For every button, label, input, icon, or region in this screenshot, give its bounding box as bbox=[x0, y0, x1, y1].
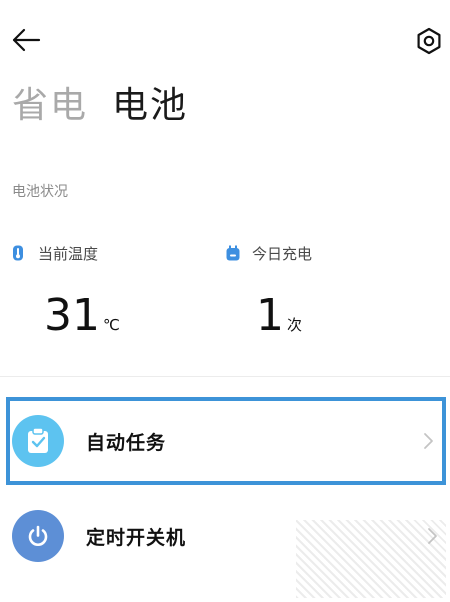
divider bbox=[0, 376, 450, 377]
charge-count-value: 1 bbox=[256, 290, 284, 341]
thermometer-icon bbox=[12, 245, 24, 261]
mode-tabs: 省电 电池 bbox=[12, 84, 188, 128]
gear-icon bbox=[417, 27, 441, 55]
clipboard-check-icon bbox=[12, 415, 64, 467]
chevron-right-icon bbox=[424, 433, 433, 449]
tab-power-saving[interactable]: 省电 bbox=[12, 84, 88, 128]
power-icon bbox=[12, 510, 64, 562]
charge-count-label: 今日充电 bbox=[252, 244, 313, 263]
temperature-stat: 当前温度 31 ℃ bbox=[12, 242, 120, 340]
temperature-unit: ℃ bbox=[103, 316, 120, 334]
watermark bbox=[296, 520, 446, 598]
section-title: 电池状况 bbox=[12, 184, 68, 200]
scheduled-power-label: 定时开关机 bbox=[86, 526, 187, 549]
battery-charge-icon bbox=[226, 245, 240, 261]
charge-count-stat: 今日充电 1 次 bbox=[226, 242, 312, 340]
temperature-label: 当前温度 bbox=[38, 244, 99, 263]
tab-battery[interactable]: 电池 bbox=[112, 84, 188, 128]
charge-count-unit: 次 bbox=[287, 316, 303, 334]
temperature-value: 31 bbox=[44, 290, 100, 341]
auto-tasks-label: 自动任务 bbox=[86, 431, 167, 454]
list-item-auto-tasks[interactable]: 自动任务 bbox=[6, 397, 446, 485]
back-button[interactable] bbox=[10, 26, 42, 54]
settings-button[interactable] bbox=[414, 26, 444, 56]
arrow-left-icon bbox=[12, 28, 41, 52]
